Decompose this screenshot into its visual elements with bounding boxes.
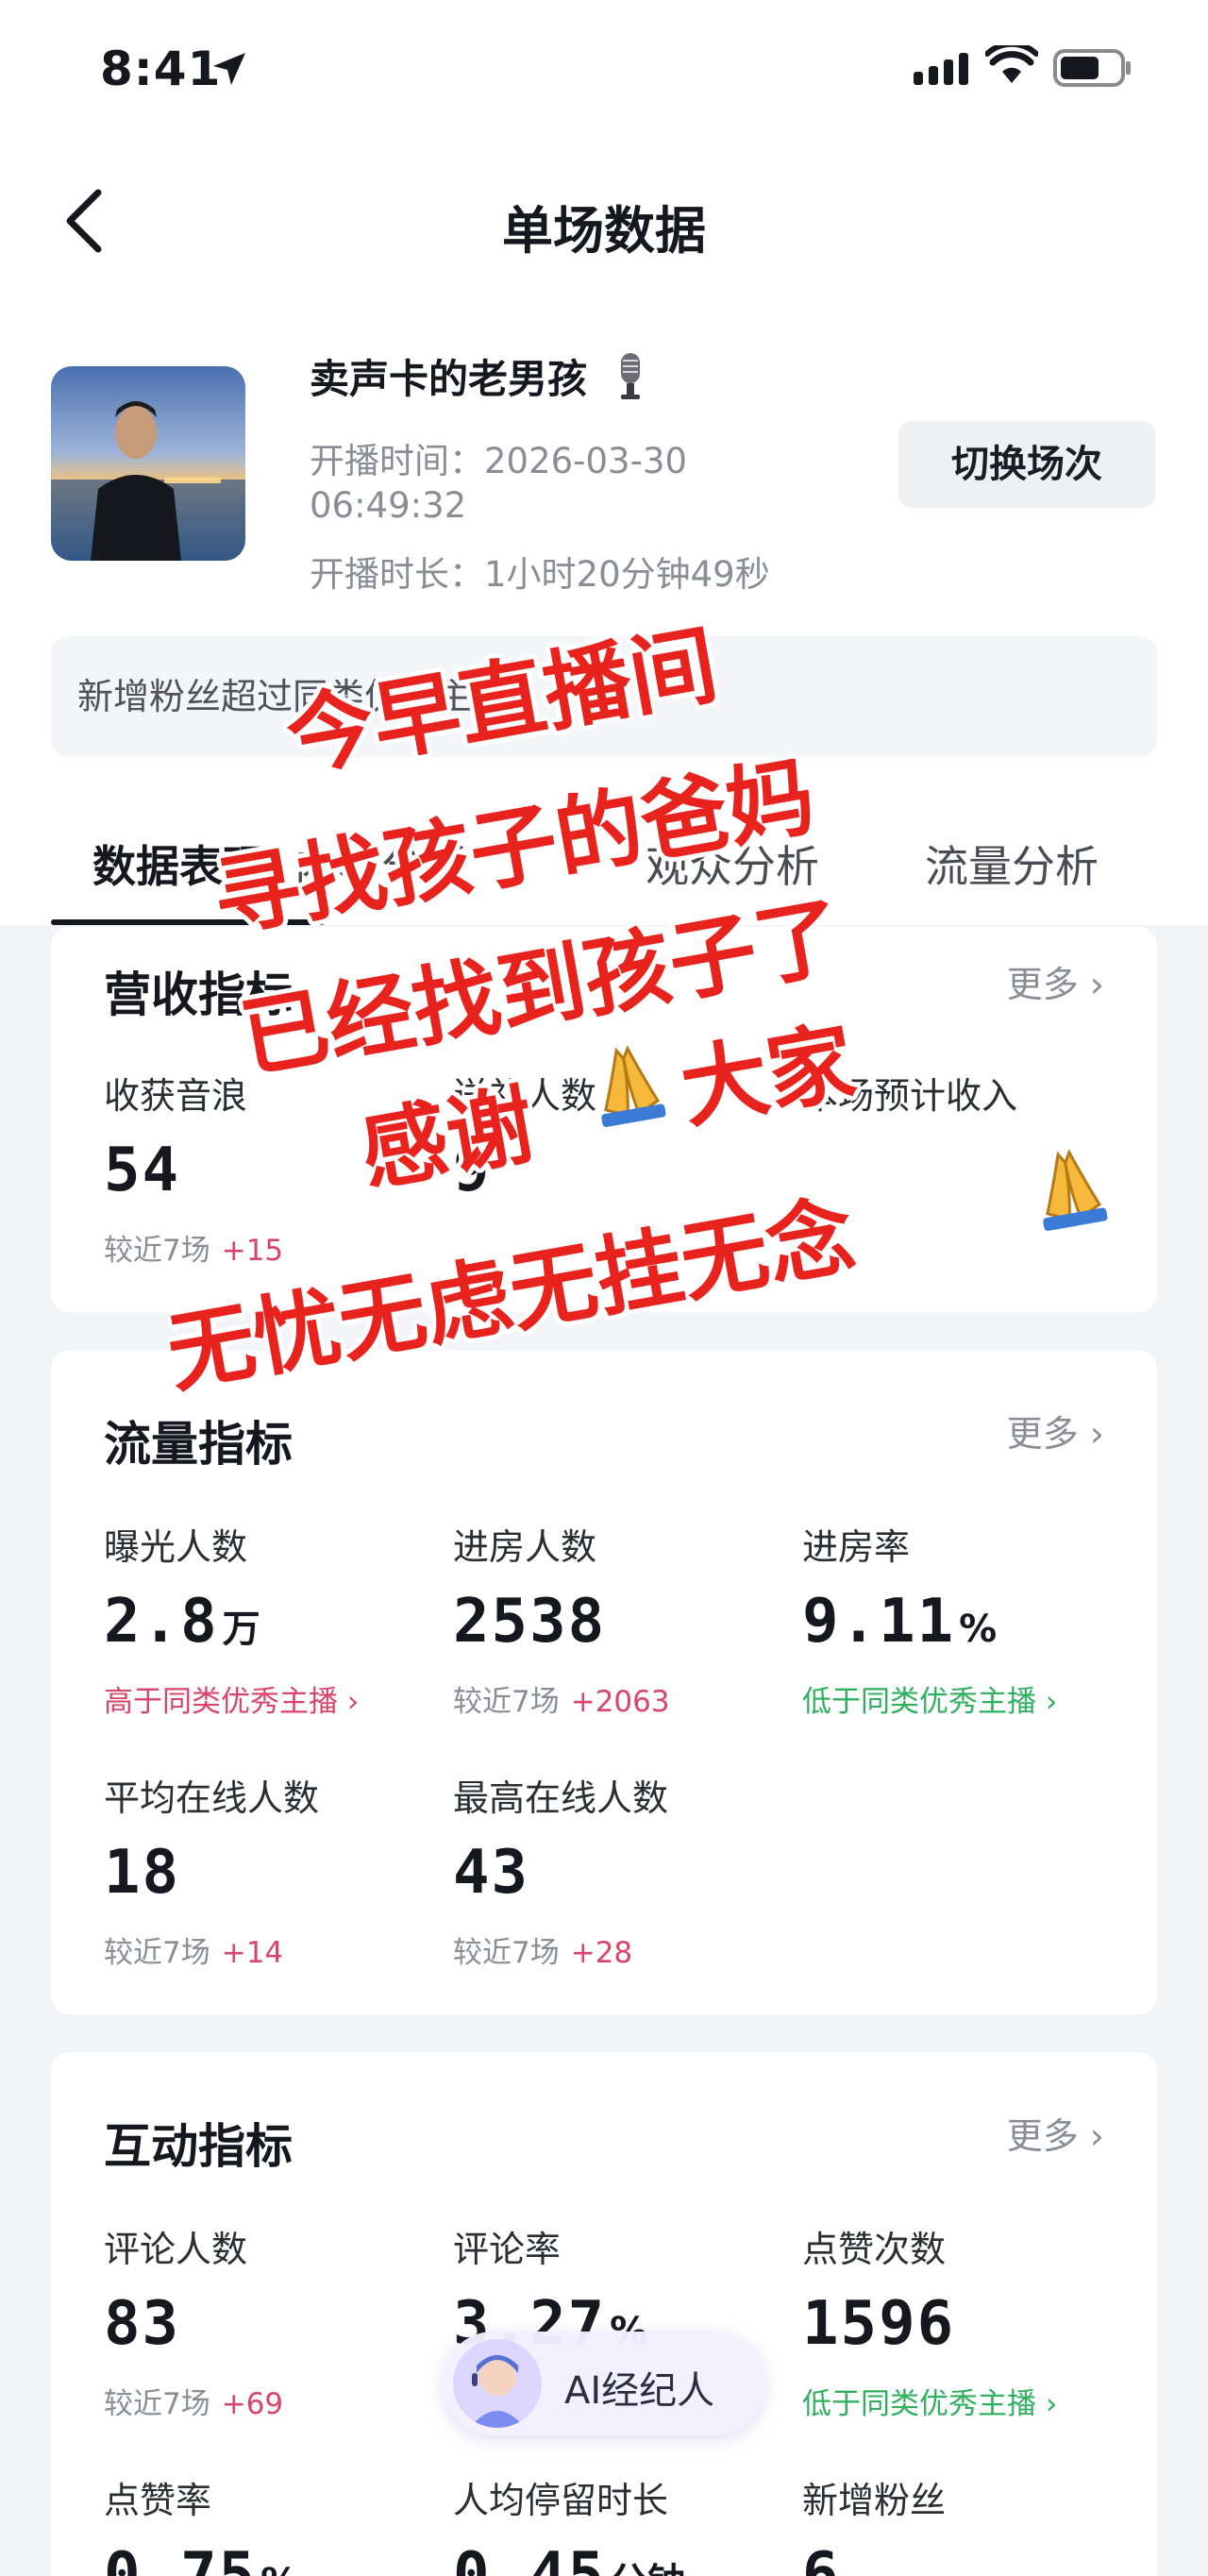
start-time-label: 开播时间：2026-03-30 [310, 441, 688, 481]
tab-content[interactable]: 内容分析 [294, 833, 468, 895]
tab-audience[interactable]: 观众分析 [646, 833, 819, 895]
metric-like-count[interactable]: 点赞次数 1596 低于同类优秀主播 › [802, 2220, 1057, 2422]
metric-exposure[interactable]: 曝光人数 2.8 万 高于同类优秀主播 › [104, 1518, 359, 1720]
metric-avg-online[interactable]: 平均在线人数 18 较近7场 +14 [104, 1769, 319, 1971]
tab-active-indicator [51, 919, 325, 925]
revenue-card: 营收指标 更多 › 收获音浪 54 较近7场 +15 送礼人数 9 本场预计收入 [51, 927, 1157, 1312]
metric-comment-users[interactable]: 评论人数 83 较近7场 +69 [104, 2220, 283, 2422]
microphone-icon [621, 353, 640, 399]
metric-like-rate[interactable]: 点赞率 0.75% [104, 2471, 298, 2576]
metric-estimated-income[interactable]: 本场预计收入 [802, 1067, 1017, 1119]
metric-new-fans[interactable]: 新增粉丝 6 [802, 2471, 946, 2576]
card-title: 流量指标 [104, 1417, 293, 1472]
host-avatar[interactable] [51, 366, 245, 561]
metric-avg-stay[interactable]: 人均停留时长 0.45分钟 [453, 2471, 685, 2576]
interaction-card: 互动指标 更多 › 评论人数 83 较近7场+69 评论率 3.27% 点赞次数… [51, 2052, 1157, 2576]
start-time-clock: 06:49:32 [310, 485, 467, 526]
wifi-icon [985, 45, 1038, 83]
more-link[interactable]: 更多 › [1007, 955, 1104, 1007]
switch-session-button[interactable]: 切换场次 [898, 421, 1155, 508]
more-link[interactable]: 更多 › [1007, 2107, 1104, 2159]
host-name: 卖声卡的老男孩 [310, 356, 588, 402]
ai-agent-button[interactable]: AI经纪人 [442, 2332, 766, 2435]
metric-enter-rate[interactable]: 进房率 9.11% 低于同类优秀主播 › [802, 1518, 1057, 1720]
location-arrow-icon [213, 53, 245, 85]
metric-peak-online[interactable]: 最高在线人数 43 较近7场 +28 [453, 1769, 668, 1971]
tab-traffic[interactable]: 流量分析 [925, 833, 1099, 895]
ai-agent-label: AI经纪人 [564, 2369, 715, 2413]
live-duration: 开播时长：1小时20分钟49秒 [310, 554, 770, 595]
tab-bar: 数据表现 内容分析 观众分析 流量分析 [0, 821, 1208, 925]
more-link[interactable]: 更多 › [1007, 1405, 1104, 1456]
status-time: 8:41 [100, 42, 222, 96]
battery-icon [1053, 49, 1131, 87]
metric-gift-users[interactable]: 送礼人数 9 [453, 1067, 596, 1205]
fans-tip-banner[interactable]: 新增粉丝超过同类优秀主播 [51, 636, 1157, 757]
traffic-card: 流量指标 更多 › 曝光人数 2.8 万 高于同类优秀主播 › 进房人数 2538… [51, 1350, 1157, 2014]
metric-income[interactable]: 收获音浪 54 较近7场 +15 [104, 1067, 283, 1269]
ai-agent-avatar [453, 2339, 542, 2428]
cellular-signal-icon [914, 53, 968, 85]
card-title: 营收指标 [104, 968, 293, 1022]
card-title: 互动指标 [104, 2119, 293, 2174]
metric-enter-users[interactable]: 进房人数 2538 较近7场 +2063 [453, 1518, 670, 1720]
tab-data[interactable]: 数据表现 [92, 833, 266, 895]
page-title: 单场数据 [502, 201, 706, 261]
